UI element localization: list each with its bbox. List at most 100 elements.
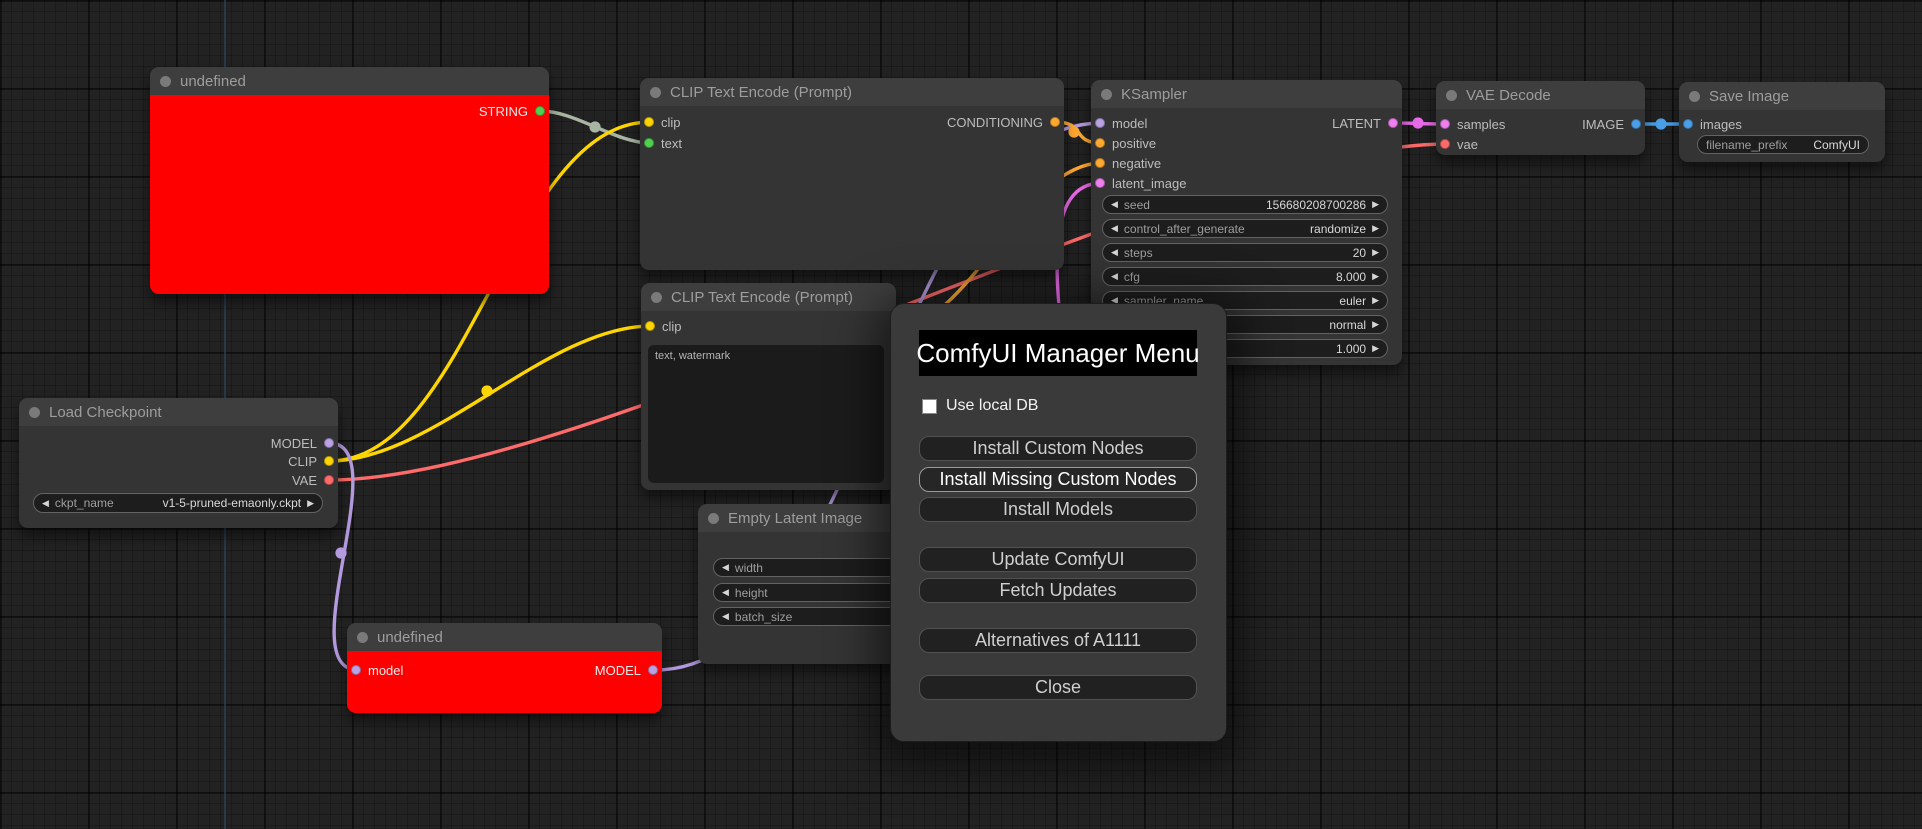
input-slot-negative[interactable]: negative (1095, 153, 1161, 173)
decrement-arrow-icon[interactable]: ◀ (722, 562, 729, 573)
input-slot-images[interactable]: images (1683, 114, 1742, 134)
vae-input-dot[interactable] (1440, 139, 1450, 149)
increment-arrow-icon[interactable]: ▶ (1372, 295, 1379, 306)
increment-arrow-icon[interactable]: ▶ (1372, 343, 1379, 354)
node-title-bar[interactable]: VAE Decode (1436, 81, 1645, 109)
node-title-bar[interactable]: CLIP Text Encode (Prompt) (641, 283, 896, 311)
collapse-dot-icon[interactable] (1101, 88, 1112, 100)
input-slot-latent-image[interactable]: latent_image (1095, 173, 1186, 193)
clip-input-dot[interactable] (645, 321, 655, 331)
output-slot-latent[interactable]: LATENT (1332, 113, 1398, 133)
wire-midpoint-dot[interactable] (1068, 126, 1080, 138)
decrement-arrow-icon[interactable]: ◀ (1111, 271, 1118, 282)
widget-ckpt-name[interactable]: ◀ ckpt_name v1-5-pruned-emaonly.ckpt ▶ (33, 493, 323, 513)
wire-midpoint-dot[interactable] (1655, 118, 1667, 130)
output-slot-image[interactable]: IMAGE (1582, 114, 1641, 134)
decrement-arrow-icon[interactable]: ◀ (1111, 247, 1118, 258)
close-button[interactable]: Close (919, 675, 1197, 700)
alternatives-of-a1111-button[interactable]: Alternatives of A1111 (919, 628, 1197, 653)
model-output-dot[interactable] (648, 665, 658, 675)
decrement-arrow-icon[interactable]: ◀ (722, 611, 729, 622)
image-output-dot[interactable] (1631, 119, 1641, 129)
widget-steps[interactable]: ◀ steps 20 ▶ (1102, 243, 1388, 262)
install-missing-custom-nodes-button[interactable]: Install Missing Custom Nodes (919, 467, 1197, 492)
input-slot-clip[interactable]: clip (644, 112, 681, 132)
increment-arrow-icon[interactable]: ▶ (1372, 199, 1379, 210)
node-title-bar[interactable]: undefined (347, 623, 662, 651)
decrement-arrow-icon[interactable]: ◀ (42, 498, 49, 509)
collapse-dot-icon[interactable] (29, 406, 40, 418)
node-clip-text-encode-1[interactable]: CLIP Text Encode (Prompt) clip text COND… (640, 78, 1064, 270)
node-undefined-bottom[interactable]: undefined model MODEL (347, 623, 662, 713)
latent-output-dot[interactable] (1388, 118, 1398, 128)
negative-input-dot[interactable] (1095, 158, 1105, 168)
node-title-bar[interactable]: Load Checkpoint (19, 398, 338, 426)
string-output-dot[interactable] (535, 106, 545, 116)
decrement-arrow-icon[interactable]: ◀ (1111, 199, 1118, 210)
input-slot-text[interactable]: text (644, 133, 682, 153)
increment-arrow-icon[interactable]: ▶ (1372, 247, 1379, 258)
node-load-checkpoint[interactable]: Load Checkpoint MODEL CLIP VAE ◀ ckpt_na… (19, 398, 338, 528)
increment-arrow-icon[interactable]: ▶ (1372, 223, 1379, 234)
model-input-dot[interactable] (1095, 118, 1105, 128)
input-slot-model[interactable]: model (1095, 113, 1147, 133)
node-clip-text-encode-2[interactable]: CLIP Text Encode (Prompt) clip text, wat… (641, 283, 896, 490)
model-input-dot[interactable] (351, 665, 361, 675)
collapse-dot-icon[interactable] (160, 75, 171, 87)
node-graph-canvas[interactable]: undefined STRING CLIP Text Encode (Promp… (0, 0, 1922, 829)
wire-midpoint-dot[interactable] (1412, 117, 1424, 129)
latent-image-input-dot[interactable] (1095, 178, 1105, 188)
input-slot-vae[interactable]: vae (1440, 134, 1478, 154)
model-output-dot[interactable] (324, 438, 334, 448)
node-title-bar[interactable]: undefined (150, 67, 549, 95)
node-title-bar[interactable]: CLIP Text Encode (Prompt) (640, 78, 1064, 106)
increment-arrow-icon[interactable]: ▶ (1372, 271, 1379, 282)
node-undefined-top[interactable]: undefined STRING (150, 67, 549, 294)
install-custom-nodes-button[interactable]: Install Custom Nodes (919, 436, 1197, 461)
decrement-arrow-icon[interactable]: ◀ (722, 587, 729, 598)
node-title-bar[interactable]: KSampler (1091, 80, 1402, 108)
decrement-arrow-icon[interactable]: ◀ (1111, 223, 1118, 234)
collapse-dot-icon[interactable] (1446, 89, 1457, 101)
text-input-dot[interactable] (644, 138, 654, 148)
wire-midpoint-dot[interactable] (335, 547, 347, 559)
output-slot-string[interactable]: STRING (479, 101, 545, 121)
input-slot-positive[interactable]: positive (1095, 133, 1156, 153)
conditioning-output-dot[interactable] (1050, 117, 1060, 127)
output-slot-clip[interactable]: CLIP (288, 451, 334, 471)
input-slot-samples[interactable]: samples (1440, 114, 1505, 134)
fetch-updates-button[interactable]: Fetch Updates (919, 578, 1197, 603)
wire-midpoint-dot[interactable] (589, 121, 601, 133)
vae-output-dot[interactable] (324, 475, 334, 485)
widget-seed[interactable]: ◀ seed 156680208700286 ▶ (1102, 195, 1388, 214)
output-slot-vae[interactable]: VAE (292, 470, 334, 490)
widget-control-after-generate[interactable]: ◀ control_after_generate randomize ▶ (1102, 219, 1388, 238)
output-slot-conditioning[interactable]: CONDITIONING (947, 112, 1060, 132)
increment-arrow-icon[interactable]: ▶ (1372, 319, 1379, 330)
install-models-button[interactable]: Install Models (919, 497, 1197, 522)
samples-input-dot[interactable] (1440, 119, 1450, 129)
node-vae-decode[interactable]: VAE Decode samples vae IMAGE (1436, 81, 1645, 155)
widget-filename-prefix[interactable]: filename_prefix ComfyUI (1697, 135, 1869, 154)
node-save-image[interactable]: Save Image images filename_prefix ComfyU… (1679, 82, 1885, 162)
increment-arrow-icon[interactable]: ▶ (307, 498, 314, 509)
collapse-dot-icon[interactable] (651, 291, 662, 303)
prompt-textarea[interactable]: text, watermark (648, 345, 884, 483)
update-comfyui-button[interactable]: Update ComfyUI (919, 547, 1197, 572)
images-input-dot[interactable] (1683, 119, 1693, 129)
collapse-dot-icon[interactable] (708, 512, 719, 524)
widget-cfg[interactable]: ◀ cfg 8.000 ▶ (1102, 267, 1388, 286)
clip-output-dot[interactable] (324, 456, 334, 466)
node-title-bar[interactable]: Save Image (1679, 82, 1885, 110)
collapse-dot-icon[interactable] (1689, 90, 1700, 102)
output-slot-model[interactable]: MODEL (271, 433, 334, 453)
use-local-db-checkbox[interactable] (922, 398, 937, 414)
input-slot-clip[interactable]: clip (645, 316, 682, 336)
collapse-dot-icon[interactable] (357, 631, 368, 643)
input-slot-model[interactable]: model (351, 660, 403, 680)
positive-input-dot[interactable] (1095, 138, 1105, 148)
use-local-db-row[interactable]: Use local DB (922, 397, 1038, 415)
wire-midpoint-dot[interactable] (481, 385, 493, 397)
collapse-dot-icon[interactable] (650, 86, 661, 98)
clip-input-dot[interactable] (644, 117, 654, 127)
